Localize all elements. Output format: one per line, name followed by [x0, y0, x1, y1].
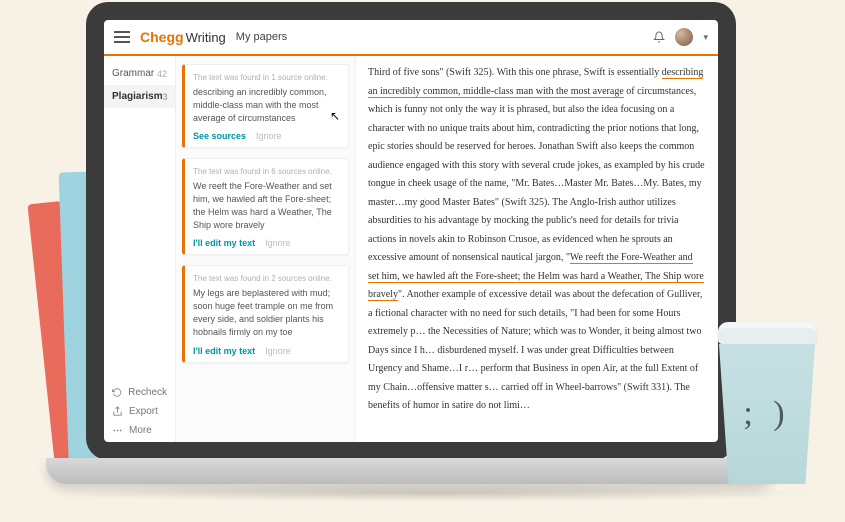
- notifications-icon[interactable]: [653, 31, 665, 43]
- ignore-link[interactable]: Ignore: [265, 346, 291, 356]
- card-excerpt: My legs are beplastered with mud; soon h…: [193, 287, 340, 339]
- export-icon: [112, 406, 123, 417]
- sidebar-item-label: Grammar: [112, 68, 154, 79]
- cursor-icon: ↖: [330, 109, 340, 123]
- app-header: Chegg Writing My papers ▾: [104, 20, 718, 56]
- essay-text: of circumstances, which is funny not onl…: [368, 86, 705, 264]
- edit-text-link[interactable]: I'll edit my text: [193, 238, 255, 248]
- sidebar-recheck-label: Recheck: [128, 387, 167, 398]
- brand-logo[interactable]: Chegg Writing: [140, 29, 226, 45]
- sidebar-item-label: Plagiarism: [112, 91, 163, 102]
- more-icon: [112, 425, 123, 436]
- sidebar-more-label: More: [129, 425, 152, 436]
- app-screen: Chegg Writing My papers ▾ Grammar 42 Pla…: [104, 20, 718, 442]
- ignore-link[interactable]: Ignore: [265, 238, 291, 248]
- user-avatar[interactable]: [675, 28, 693, 46]
- decor-coffee-cup: ; ): [711, 322, 823, 492]
- refresh-icon: [112, 387, 122, 398]
- sidebar-item-count: 42: [157, 69, 167, 79]
- card-source-note: The text was found in 1 source online.: [193, 73, 340, 82]
- laptop-frame: Chegg Writing My papers ▾ Grammar 42 Pla…: [86, 2, 736, 460]
- edit-text-link[interactable]: I'll edit my text: [193, 346, 255, 356]
- card-excerpt: describing an incredibly common, middle-…: [193, 86, 340, 125]
- brand-writing: Writing: [186, 30, 226, 45]
- sidebar-item-count: 3: [163, 92, 168, 102]
- ignore-link[interactable]: Ignore: [256, 131, 282, 141]
- plagiarism-card[interactable]: The text was found in 2 sources online. …: [182, 265, 349, 362]
- sidebar-recheck[interactable]: Recheck: [112, 387, 167, 398]
- hamburger-menu-icon[interactable]: [114, 31, 130, 43]
- issues-panel: The text was found in 1 source online. d…: [176, 56, 356, 442]
- card-source-note: The text was found in 6 sources online.: [193, 167, 340, 176]
- left-sidebar: Grammar 42 Plagiarism 3 Recheck Export: [104, 56, 176, 442]
- card-excerpt: We reeft the Fore-Weather and set him, w…: [193, 180, 340, 232]
- cup-face: ; ): [743, 395, 790, 433]
- brand-chegg: Chegg: [140, 29, 184, 45]
- sidebar-item-grammar[interactable]: Grammar 42: [104, 62, 175, 85]
- essay-text: Third of five sons" (Swift 325). With th…: [368, 67, 662, 78]
- page-title: My papers: [236, 31, 287, 43]
- sidebar-export-label: Export: [129, 406, 158, 417]
- essay-text: ". Another example of excessive detail w…: [368, 289, 702, 411]
- plagiarism-card[interactable]: The text was found in 1 source online. d…: [182, 64, 349, 148]
- card-source-note: The text was found in 2 sources online.: [193, 274, 340, 283]
- sidebar-more[interactable]: More: [112, 425, 167, 436]
- sidebar-item-plagiarism[interactable]: Plagiarism 3: [104, 85, 175, 108]
- see-sources-link[interactable]: See sources: [193, 131, 246, 141]
- sidebar-export[interactable]: Export: [112, 406, 167, 417]
- plagiarism-card[interactable]: The text was found in 6 sources online. …: [182, 158, 349, 255]
- document-body[interactable]: Third of five sons" (Swift 325). With th…: [356, 56, 718, 442]
- chevron-down-icon[interactable]: ▾: [703, 32, 708, 43]
